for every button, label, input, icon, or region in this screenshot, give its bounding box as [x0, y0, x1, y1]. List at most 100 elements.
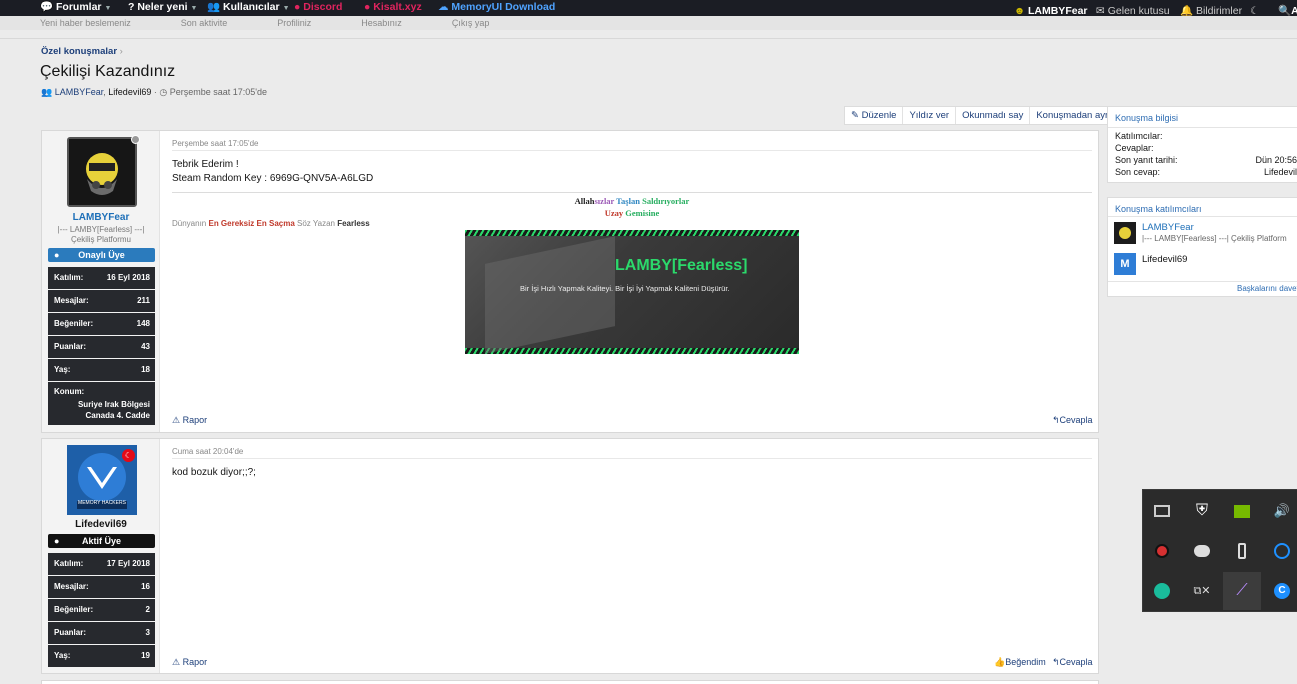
usb-drive-icon[interactable] — [1223, 532, 1261, 570]
panel-title: Konuşma katılımcıları — [1115, 204, 1202, 214]
nav-forumlar[interactable]: 💬 Forumlar ▼ — [40, 0, 111, 16]
vpn-shield-icon[interactable] — [1143, 572, 1181, 610]
sig-word: Fearless — [337, 219, 370, 228]
reply-link[interactable]: ↰Cevapla — [1052, 657, 1093, 668]
edit-button[interactable]: ✎ Düzenle — [845, 107, 904, 124]
stat-value: 43 — [141, 342, 150, 351]
sig-word: En Saçma — [256, 219, 295, 228]
message-user-info: LAMBYFear |--- LAMBY[Fearless] ---| Çeki… — [42, 131, 160, 432]
monitor-shape — [1154, 505, 1170, 517]
meta-user-1[interactable]: LAMBYFear — [55, 87, 104, 97]
info-value: Dün 20:56 — [1255, 155, 1297, 165]
participant-name[interactable]: Lifedevil69 — [1142, 254, 1187, 265]
sig-word: Taşlan — [616, 196, 640, 206]
banner-stripe-bottom — [465, 348, 799, 354]
security-shield-icon[interactable]: ⛨ — [1183, 492, 1221, 530]
divider — [1108, 127, 1297, 128]
nav-memory-download[interactable]: ☁ MemoryUI Download — [438, 0, 555, 14]
sig-word: Saldırıyorlar — [642, 196, 690, 206]
link-icon: ● — [364, 1, 371, 13]
online-status-icon — [131, 135, 140, 144]
reply-link[interactable]: ↰Cevapla — [1052, 415, 1093, 426]
breadcrumb[interactable]: Özel konuşmalar › — [41, 46, 123, 57]
stat-value: 211 — [137, 296, 150, 305]
message-text-line2: Steam Random Key : 6969G-QNV5A-A6LGD — [172, 173, 374, 184]
subnav-account[interactable]: Hesabınız — [361, 18, 402, 28]
nav-neler-yeni[interactable]: ? Neler yeni ▼ — [128, 0, 197, 16]
meta-user-2[interactable]: Lifedevil69 — [108, 87, 151, 97]
user-title-line1: |--- LAMBY[Fearless] ---| — [57, 225, 145, 234]
breadcrumb-label[interactable]: Özel konuşmalar — [41, 46, 117, 57]
stat-label: Katılım: — [54, 559, 84, 568]
meta-separator: , — [103, 87, 106, 97]
thumbs-up-icon: 👍 — [994, 657, 1006, 667]
message-username[interactable]: Lifedevil69 — [42, 519, 160, 530]
signature-line1: Allahsızlar Taşlan Saldırıyorlar — [172, 195, 1092, 207]
sig-word: Allah — [574, 196, 595, 206]
message-date[interactable]: Cuma saat 20:04'de — [172, 447, 243, 456]
report-link[interactable]: ⚠ Rapor — [172, 657, 207, 668]
like-link[interactable]: 👍Beğendim — [994, 657, 1046, 668]
nav-kisalt[interactable]: ● Kisalt.xyz — [364, 0, 422, 14]
discord-shape — [1194, 545, 1210, 557]
info-value[interactable]: Lifedevil — [1264, 167, 1297, 177]
divider — [0, 38, 1297, 39]
subnav-profile[interactable]: Profiliniz — [277, 18, 311, 28]
nav-discord[interactable]: ● Discord — [294, 0, 342, 14]
avatar[interactable]: M — [1114, 253, 1136, 275]
subnav-activity[interactable]: Son aktivite — [181, 18, 228, 28]
conversation-participants-panel: Konuşma katılımcıları LAMBYFear |--- LAM… — [1107, 197, 1297, 297]
avatar[interactable] — [1114, 222, 1136, 244]
stat-label: Katılım: — [54, 273, 84, 282]
nvidia-shape — [1234, 504, 1250, 518]
users-icon: 👥 — [207, 1, 221, 13]
c-shape: C — [1274, 583, 1290, 599]
avatar[interactable] — [67, 137, 137, 207]
chevron-down-icon: ▼ — [190, 5, 198, 12]
nav-kisalt-label: Kisalt.xyz — [373, 1, 422, 13]
participant-name[interactable]: LAMBYFear — [1142, 222, 1194, 233]
system-tray-overflow: ⛨ 🔊 ⧉✕ ⟋ C — [1142, 489, 1297, 612]
subnav-feed[interactable]: Yeni haber beslemeniz — [40, 18, 131, 28]
network-icon[interactable]: ⧉✕ — [1183, 572, 1221, 610]
nvidia-icon[interactable] — [1223, 492, 1261, 530]
message-user-info: MEMORY HACKERS ☾ Lifedevil69 ● Aktif Üye … — [42, 439, 160, 673]
app-red-icon[interactable] — [1143, 532, 1181, 570]
nav-kullanicilar[interactable]: 👥 Kullanıcılar ▼ — [207, 0, 290, 16]
divider — [172, 150, 1092, 151]
leave-conversation-button[interactable]: Konuşmadan ayrıl — [1030, 107, 1119, 124]
subnav-logout[interactable]: Çıkış yap — [452, 18, 490, 28]
banner-subtitle: Bir İşi Hızlı Yapmak Kaliteyi. Bir İşi İ… — [520, 284, 730, 293]
skull-mask-icon — [1119, 227, 1131, 239]
vpn-shape — [1154, 583, 1170, 599]
invite-more-link[interactable]: Başkalarını davet — [1237, 284, 1297, 293]
message-date[interactable]: Perşembe saat 17:05'de — [172, 139, 258, 148]
volume-icon[interactable]: 🔊 — [1263, 492, 1297, 530]
app-blue-icon[interactable] — [1263, 532, 1297, 570]
message-username[interactable]: LAMBYFear — [42, 212, 160, 223]
divider — [172, 458, 1092, 459]
message-post: MEMORY HACKERS ☾ Lifedevil69 ● Aktif Üye … — [41, 438, 1099, 674]
stat-label: Puanlar: — [54, 342, 87, 351]
chevron-right-icon: › — [119, 46, 123, 57]
star-button[interactable]: Yıldız ver — [903, 107, 957, 124]
mark-unread-button[interactable]: Okunmadı say — [956, 107, 1031, 124]
feather-icon[interactable]: ⟋ — [1223, 572, 1261, 610]
signature-line3: Dünyanın En Gereksiz En Saçma Söz Yazan … — [172, 219, 370, 228]
discord-tray-icon[interactable] — [1183, 532, 1221, 570]
stat-points: Puanlar: 3 — [48, 622, 155, 644]
pencil-icon: ✎ — [851, 110, 859, 121]
stat-points: Puanlar: 43 — [48, 336, 155, 358]
stat-messages: Mesajlar: 211 — [48, 290, 155, 312]
stat-value: Suriye Irak Bölgesi Canada 4. Cadde — [77, 400, 150, 420]
sig-word: En Gereksiz — [208, 219, 255, 228]
signature-banner: LAMBY[Fearless] Bir İşi Hızlı Yapmak Kal… — [465, 230, 799, 354]
chevron-down-icon: ▼ — [282, 5, 290, 12]
report-link[interactable]: ⚠ Rapor — [172, 415, 207, 426]
monitor-icon[interactable] — [1143, 492, 1181, 530]
blue-circle — [1274, 543, 1290, 559]
sig-word: sızlar — [594, 196, 615, 206]
ccleaner-icon[interactable]: C — [1263, 572, 1297, 610]
info-last-reply-date: Son yanıt tarihi: Dün 20:56 — [1115, 155, 1297, 165]
info-replies: Cevaplar: — [1115, 143, 1154, 153]
